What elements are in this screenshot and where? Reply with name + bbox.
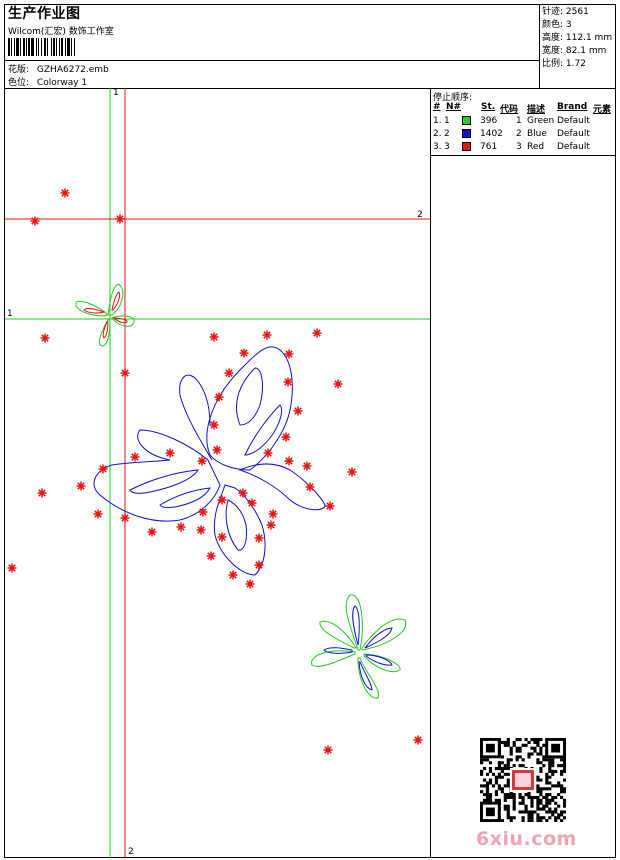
stop-marker xyxy=(7,563,17,573)
stop-marker xyxy=(147,527,157,537)
stop-marker xyxy=(76,481,86,491)
stop-marker xyxy=(40,333,50,343)
stop-marker xyxy=(115,214,125,224)
stop-marker xyxy=(98,464,108,474)
stop-marker xyxy=(283,377,293,387)
stop-marker xyxy=(37,488,47,498)
stop-marker xyxy=(281,432,291,442)
stop-marker xyxy=(217,495,227,505)
green-horizontal-label: 1 xyxy=(7,309,13,319)
stop-marker xyxy=(209,332,219,342)
stop-marker xyxy=(305,482,315,492)
stop-marker xyxy=(60,188,70,198)
stop-marker xyxy=(254,560,264,570)
stop-marker xyxy=(293,406,303,416)
watermark: 6xiu.com xyxy=(476,828,577,850)
stop-marker xyxy=(312,328,322,338)
stop-marker xyxy=(165,448,175,458)
red-vertical-label: 2 xyxy=(128,847,134,857)
stop-marker xyxy=(224,368,234,378)
stop-marker xyxy=(93,509,103,519)
stop-marker xyxy=(333,379,343,389)
green-vertical-label: 1 xyxy=(113,88,119,98)
stop-marker xyxy=(284,456,294,466)
stop-marker xyxy=(325,501,335,511)
stop-marker xyxy=(196,525,206,535)
stop-marker xyxy=(254,533,264,543)
stop-marker xyxy=(245,579,255,589)
red-horizontal-label: 2 xyxy=(417,210,423,220)
embroidery-canvas xyxy=(5,88,430,858)
stop-marker xyxy=(130,452,140,462)
stop-marker xyxy=(262,330,272,340)
stop-marker xyxy=(302,461,312,471)
stop-marker xyxy=(247,498,257,508)
stop-marker xyxy=(413,735,423,745)
stop-marker xyxy=(239,348,249,358)
stop-marker xyxy=(238,488,248,498)
large-flower-icon xyxy=(311,594,407,699)
stop-marker xyxy=(212,445,222,455)
stop-marker xyxy=(347,467,357,477)
stop-marker xyxy=(284,349,294,359)
stop-marker xyxy=(323,745,333,755)
stop-marker xyxy=(206,551,216,561)
stop-marker xyxy=(228,570,238,580)
stop-marker xyxy=(197,456,207,466)
stop-marker xyxy=(30,216,40,226)
stop-marker xyxy=(263,448,273,458)
stop-marker xyxy=(176,522,186,532)
stop-marker xyxy=(120,368,130,378)
stop-marker xyxy=(209,420,219,430)
stop-marker xyxy=(198,507,208,517)
stop-marker xyxy=(214,392,224,402)
stop-marker xyxy=(266,520,276,530)
stop-marker xyxy=(120,513,130,523)
qr-code xyxy=(480,738,567,823)
stop-marker xyxy=(268,509,278,519)
stop-marker xyxy=(217,532,227,542)
